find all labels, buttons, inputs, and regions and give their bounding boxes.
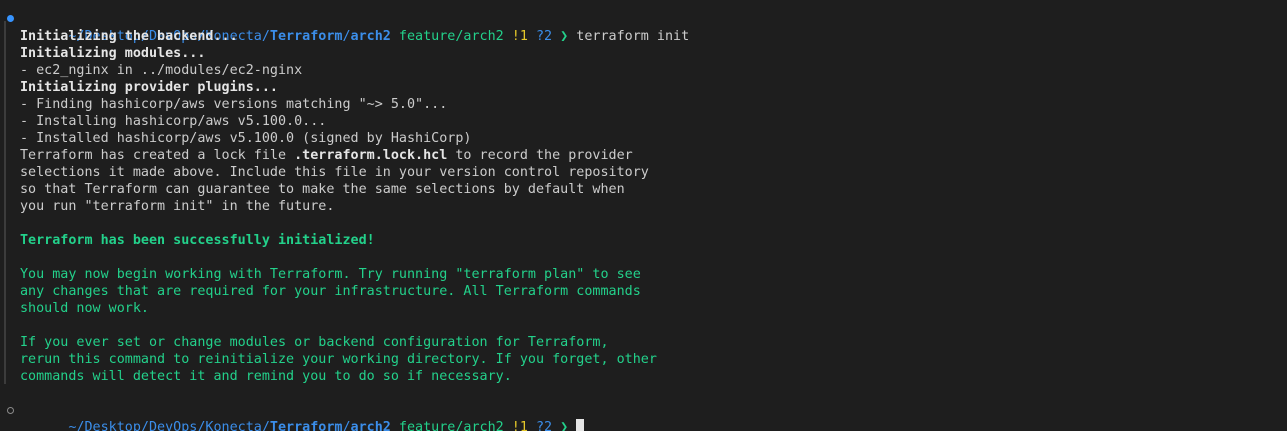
output-line: Terraform has created a lock file .terra… xyxy=(0,147,689,164)
output-line: Initializing the backend... xyxy=(20,29,238,44)
output-line: any changes that are required for your i… xyxy=(20,284,641,299)
prompt-path-dir: Terraform xyxy=(269,420,343,431)
output-line: You may now begin working with Terraform… xyxy=(20,267,641,282)
output-line: Initializing modules... xyxy=(20,46,206,61)
command-pending-dot-icon[interactable] xyxy=(7,407,14,414)
success-message: Terraform has been successfully initiali… xyxy=(20,233,375,248)
prompt-line[interactable]: ~/Desktop/DevOps/Konecta/Terraform/arch2… xyxy=(0,402,585,431)
output-line: - Finding hashicorp/aws versions matchin… xyxy=(20,97,448,112)
terminal-panel[interactable]: ~/Desktop/DevOps/Konecta/Terraform/arch2… xyxy=(0,0,1287,431)
command-output-block: ~/Desktop/DevOps/Konecta/Terraform/arch2… xyxy=(0,11,689,385)
lock-file-name: .terraform.lock.hcl xyxy=(294,148,448,163)
output-line: - Installed hashicorp/aws v5.100.0 (sign… xyxy=(20,131,472,146)
output-line: rerun this command to reinitialize your … xyxy=(20,352,657,367)
output-line: you run "terraform init" in the future. xyxy=(20,199,335,214)
output-text: Terraform has created a lock file xyxy=(20,148,295,163)
output-line: commands will detect it and remind you t… xyxy=(20,369,512,384)
output-line: Initializing provider plugins... xyxy=(20,80,278,95)
output-line: - Installing hashicorp/aws v5.100.0... xyxy=(20,114,327,129)
output-line: so that Terraform can guarantee to make … xyxy=(20,182,625,197)
text-cursor[interactable] xyxy=(576,419,585,431)
command-success-dot-icon[interactable] xyxy=(7,15,14,22)
output-line: should now work. xyxy=(20,301,149,316)
active-prompt-block[interactable]: ~/Desktop/DevOps/Konecta/Terraform/arch2… xyxy=(0,402,585,431)
prompt-path: ~/Desktop/DevOps/Konecta/ xyxy=(68,420,270,431)
prompt-line: ~/Desktop/DevOps/Konecta/Terraform/arch2… xyxy=(0,11,689,44)
git-branch: feature/arch2 xyxy=(398,420,504,431)
output-line: If you ever set or change modules or bac… xyxy=(20,335,609,350)
output-text: to record the provider xyxy=(447,148,633,163)
git-untracked-count: ?2 xyxy=(535,420,553,431)
prompt-path-sep: / xyxy=(342,420,351,431)
output-line: selections it made above. Include this f… xyxy=(20,165,649,180)
git-modified-count: !1 xyxy=(511,420,528,431)
output-line: - ec2_nginx in ../modules/ec2-nginx xyxy=(20,63,303,78)
prompt-path-current: arch2 xyxy=(350,420,391,431)
